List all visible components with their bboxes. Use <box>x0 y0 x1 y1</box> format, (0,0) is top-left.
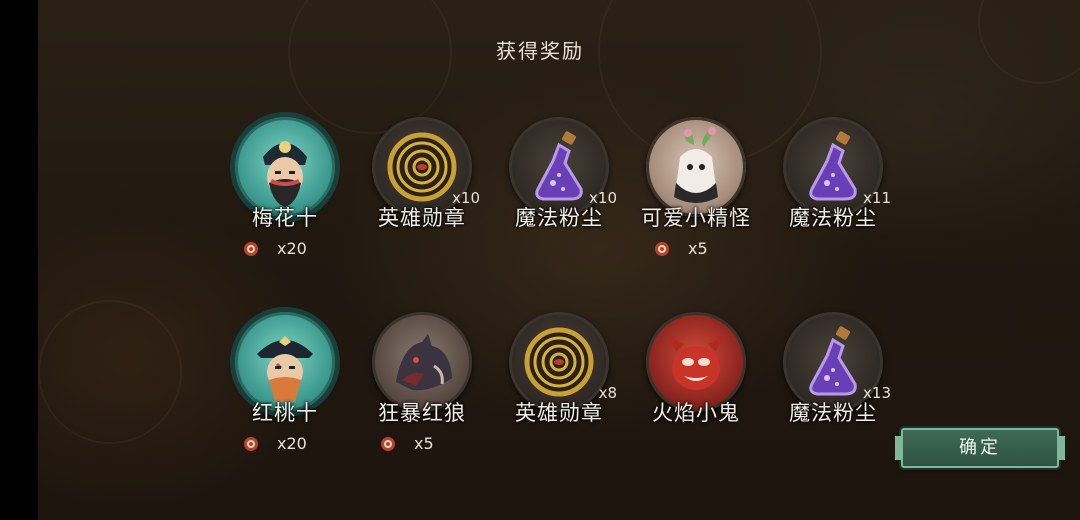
reward-name: 英雄勋章 <box>515 401 603 425</box>
reward-name: 火焰小鬼 <box>652 401 740 425</box>
reward-item[interactable]: 狂暴红狼 x5 <box>362 312 482 462</box>
fragment-coin-icon <box>381 437 395 451</box>
reward-item[interactable]: x10 英雄勋章 <box>362 117 482 267</box>
reward-item[interactable]: x10 魔法粉尘 <box>499 117 619 267</box>
confirm-button[interactable]: 确定 <box>895 428 1065 468</box>
fragment-coin-icon <box>244 242 258 256</box>
fragment-count: x20 <box>277 239 307 258</box>
reward-item[interactable]: 火焰小鬼 <box>636 312 756 462</box>
reward-item[interactable]: 梅花十 x20 <box>225 117 345 267</box>
reward-name: 狂暴红狼 <box>378 401 466 425</box>
fragment-counter: x20 <box>243 434 333 454</box>
reward-item[interactable]: x13 魔法粉尘 <box>773 312 893 462</box>
fragment-count: x5 <box>414 434 434 453</box>
fragment-counter: x20 <box>243 239 333 259</box>
reward-name: 红桃十 <box>252 401 318 425</box>
reward-name: 梅花十 <box>252 206 318 230</box>
fragment-count: x5 <box>688 239 708 258</box>
background-gear-decoration <box>288 0 452 134</box>
fragment-coin-icon <box>244 437 258 451</box>
fragment-count: x20 <box>277 434 307 453</box>
background-gear-decoration <box>38 300 182 444</box>
dialog-title: 获得奖励 <box>496 39 584 63</box>
reward-name: 魔法粉尘 <box>789 206 877 230</box>
reward-name: 英雄勋章 <box>378 206 466 230</box>
reward-name: 魔法粉尘 <box>789 401 877 425</box>
reward-item[interactable]: x8 英雄勋章 <box>499 312 619 462</box>
fragment-coin-icon <box>655 242 669 256</box>
reward-name: 魔法粉尘 <box>515 206 603 230</box>
fragment-counter: x5 <box>380 434 470 454</box>
reward-item[interactable]: 红桃十 x20 <box>225 312 345 462</box>
reward-name: 可爱小精怪 <box>641 206 751 230</box>
reward-item[interactable]: 可爱小精怪 x5 <box>636 117 756 267</box>
reward-item[interactable]: x11 魔法粉尘 <box>773 117 893 267</box>
fragment-counter: x5 <box>654 239 744 259</box>
